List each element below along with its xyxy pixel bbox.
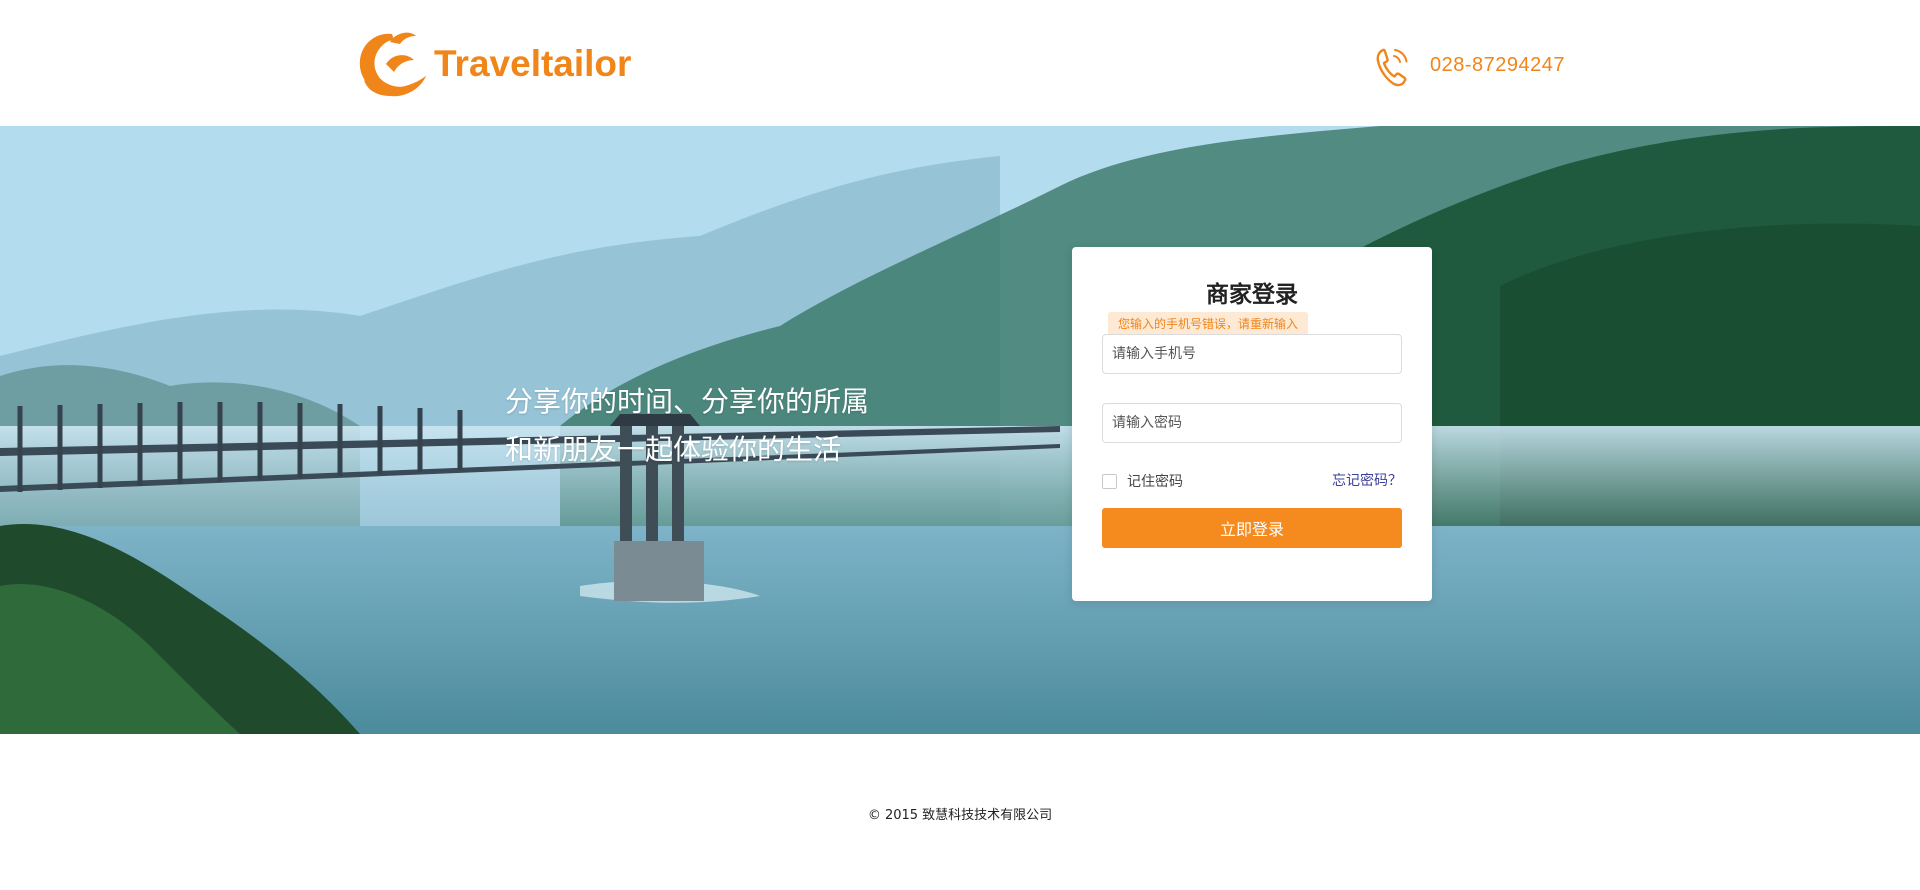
remember-password[interactable]: 记住密码 <box>1102 471 1183 491</box>
merchant-login-card: 商家登录 您输入的手机号错误，请重新输入 记住密码 忘记密码？ 立即登录 <box>1072 247 1432 601</box>
slogan-line-1: 分享你的时间、分享你的所属 <box>505 385 870 418</box>
hero-slogan: 分享你的时间、分享你的所属 和新朋友一起体验你的生活 <box>505 378 869 474</box>
site-header: Traveltailor 028-87294247 <box>0 0 1920 126</box>
footer-copyright: © 2015 致慧科技技术有限公司 <box>867 808 1053 823</box>
phone-input[interactable] <box>1102 334 1402 374</box>
hero-banner: 分享你的时间、分享你的所属 和新朋友一起体验你的生活 商家登录 您输入的手机号错… <box>0 126 1920 734</box>
password-input[interactable] <box>1102 403 1402 443</box>
contact-phone-number: 028-87294247 <box>1430 54 1566 76</box>
slogan-line-2: 和新朋友一起体验你的生活 <box>505 433 842 466</box>
logo[interactable]: Traveltailor <box>356 28 631 100</box>
remember-label: 记住密码 <box>1127 474 1183 490</box>
logo-text: Traveltailor <box>434 43 632 84</box>
login-button[interactable]: 立即登录 <box>1102 508 1402 548</box>
bird-logo-icon <box>359 32 426 97</box>
remember-checkbox[interactable] <box>1102 473 1117 489</box>
login-title: 商家登录 <box>1206 282 1298 308</box>
phone-error-tip: 您输入的手机号错误，请重新输入 <box>1108 312 1309 336</box>
forgot-password-link[interactable]: 忘记密码？ <box>1332 470 1402 490</box>
misty-river-bridge-image <box>0 126 1920 734</box>
phone-icon <box>1376 48 1408 87</box>
